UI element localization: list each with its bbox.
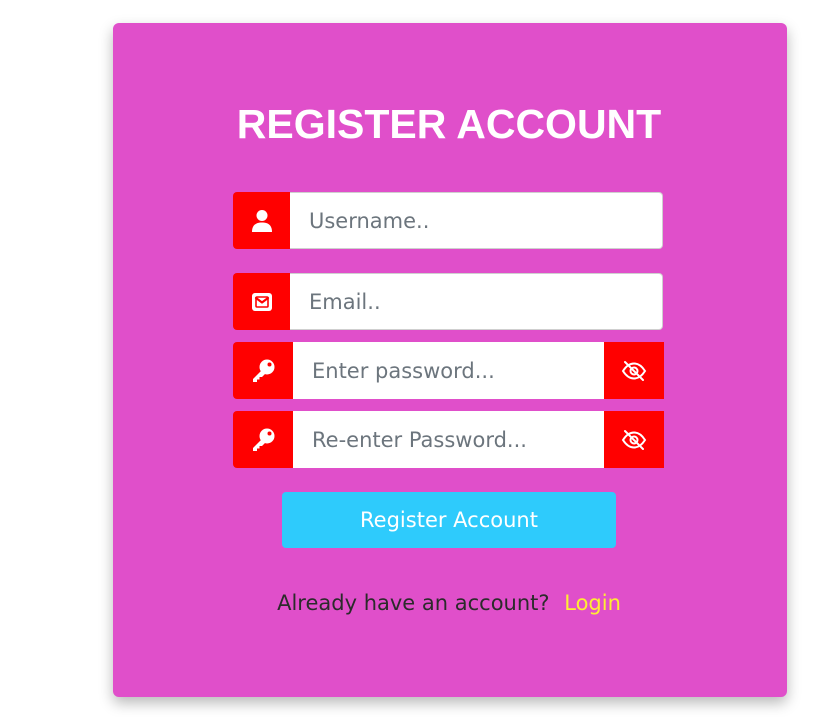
key-icon: [233, 411, 293, 468]
username-row: [233, 192, 663, 249]
confirm-password-row: [233, 411, 664, 468]
password-input[interactable]: [293, 342, 604, 399]
login-prompt-line: Already have an account? Login: [113, 591, 785, 615]
key-icon: [233, 342, 293, 399]
login-link[interactable]: Login: [564, 591, 621, 615]
username-input[interactable]: [290, 192, 663, 249]
register-card: REGISTER ACCOUNT Username.. Email.. Regi…: [113, 23, 787, 697]
eye-slash-icon[interactable]: [604, 342, 664, 399]
confirm-password-input[interactable]: [293, 411, 604, 468]
email-input[interactable]: [290, 273, 663, 330]
page-title: REGISTER ACCOUNT: [236, 101, 662, 147]
user-icon: [233, 192, 290, 249]
register-account-button[interactable]: Register Account: [282, 492, 616, 548]
eye-slash-icon[interactable]: [604, 411, 664, 468]
email-row: [233, 273, 663, 330]
password-row: [233, 342, 664, 399]
envelope-icon: [233, 273, 290, 330]
login-prompt-text: Already have an account?: [277, 591, 550, 615]
